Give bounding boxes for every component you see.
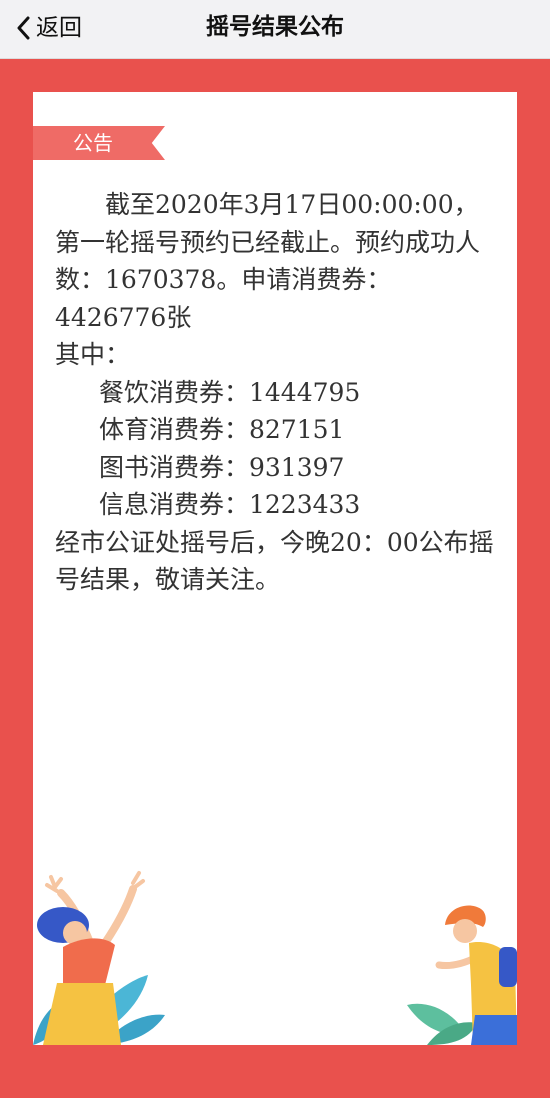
cheering-woman-illustration [33, 871, 165, 1045]
red-frame-background: 公告 截至2020年3月17日00:00:00，第一轮摇号预约已经截止。预约成功… [0, 59, 550, 1098]
notice-card: 公告 截至2020年3月17日00:00:00，第一轮摇号预约已经截止。预约成功… [33, 92, 517, 1045]
coupon-item-books: 图书消费券：931397 [99, 452, 345, 482]
notice-tag: 公告 [73, 131, 113, 155]
boy-illustration [407, 905, 517, 1045]
coupon-item-info: 信息消费券：1223433 [99, 490, 361, 519]
notice-content: 截至2020年3月17日00:00:00，第一轮摇号预约已经截止。预约成功人数：… [55, 186, 501, 599]
notice-among-label: 其中： [55, 340, 131, 369]
notice-intro: 截至2020年3月17日00:00:00，第一轮摇号预约已经截止。预约成功人数：… [55, 190, 481, 332]
page-title: 摇号结果公布 [206, 14, 344, 40]
navigation-bar: 返回 摇号结果公布 [0, 0, 550, 59]
coupon-item-dining: 餐饮消费券：1444795 [99, 377, 361, 407]
notice-ribbon: 公告 [33, 126, 165, 160]
coupon-item-sports: 体育消费券：827151 [99, 415, 345, 444]
notice-closing: 经市公证处摇号后，今晚20：00公布摇号结果，敬请关注。 [55, 527, 494, 595]
